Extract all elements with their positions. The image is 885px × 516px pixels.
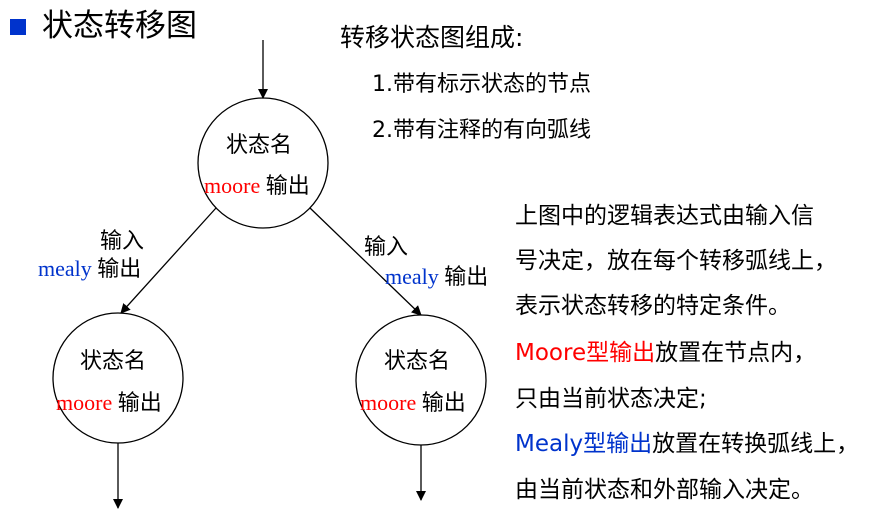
description-line: 上图中的逻辑表达式由输入信 bbox=[515, 203, 814, 229]
moore-description: Moore型输出放置在节点内， bbox=[515, 336, 816, 370]
mealy-highlight: Mealy型输出 bbox=[515, 431, 653, 457]
mealy-description-line2: 由当前状态和外部输入决定。 bbox=[515, 477, 814, 503]
node-top-output-label: moore 输出 bbox=[204, 173, 310, 199]
node-left-output-label: moore 输出 bbox=[56, 390, 162, 416]
moore-label: moore bbox=[204, 173, 261, 198]
edge-left-output-label: mealy 输出 bbox=[38, 256, 141, 282]
transition-arrow-right bbox=[309, 207, 422, 316]
state-node-top bbox=[197, 97, 329, 229]
mealy-label: mealy bbox=[385, 264, 439, 289]
mealy-label: mealy bbox=[38, 256, 92, 281]
output-label: 输出 bbox=[117, 390, 162, 415]
node-right-state-label: 状态名 bbox=[384, 348, 451, 373]
description-line: 表示状态转移的特定条件。 bbox=[515, 293, 791, 319]
node-top-state-label: 状态名 bbox=[226, 132, 293, 157]
output-label: 输出 bbox=[265, 173, 310, 198]
state-node-left bbox=[52, 312, 184, 444]
node-left-state-label: 状态名 bbox=[80, 348, 147, 373]
state-node-right bbox=[355, 314, 487, 446]
output-label: 输出 bbox=[421, 390, 466, 415]
edge-left-input-label: 输入 bbox=[100, 228, 145, 253]
moore-label: moore bbox=[56, 390, 113, 415]
description-line: 号决定，放在每个转移弧线上， bbox=[515, 248, 837, 274]
moore-label: moore bbox=[360, 390, 417, 415]
composition-item: 1.带有标示状态的节点 bbox=[372, 72, 591, 97]
mealy-rest: 放置在转换弧线上， bbox=[652, 431, 860, 457]
node-right-output-label: moore 输出 bbox=[360, 390, 466, 416]
moore-description-line2: 只由当前状态决定; bbox=[515, 386, 707, 412]
moore-rest: 放置在节点内， bbox=[655, 340, 817, 366]
mealy-description: Mealy型输出放置在转换弧线上， bbox=[515, 427, 859, 461]
edge-right-output-label: mealy 输出 bbox=[385, 264, 488, 290]
output-label: 输出 bbox=[97, 256, 142, 281]
composition-item: 2.带有注释的有向弧线 bbox=[372, 118, 591, 143]
edge-right-input-label: 输入 bbox=[364, 234, 409, 259]
moore-highlight: Moore型输出 bbox=[515, 340, 656, 366]
composition-heading: 转移状态图组成: bbox=[340, 23, 524, 52]
output-label: 输出 bbox=[444, 264, 489, 289]
